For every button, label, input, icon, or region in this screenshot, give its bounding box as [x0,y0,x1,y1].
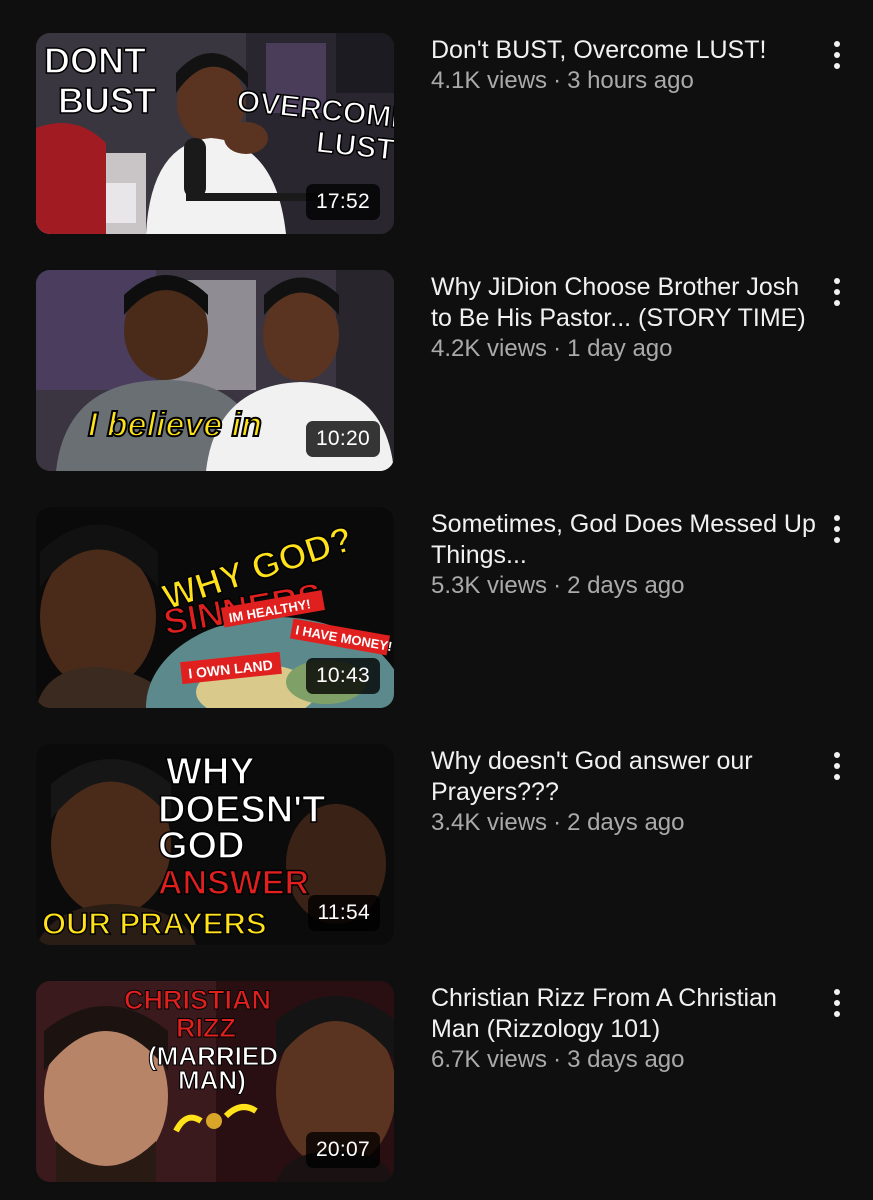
video-duration: 17:52 [305,184,380,220]
thumb-text-2: BUST [58,80,156,121]
more-vertical-icon[interactable] [822,746,852,786]
thumb-text-1: CHRISTIAN [124,985,271,1015]
thumb-text-1: DONT [44,40,146,81]
upload-age: 3 days ago [567,1046,685,1073]
video-item-1[interactable]: DONT BUST OVERCOME LUST 17:52 Don't BUST… [0,33,873,236]
thumb-text-2: RIZZ [176,1013,236,1043]
more-vertical-icon[interactable] [822,983,852,1023]
view-count: 3.4K views [431,809,548,836]
upload-age: 3 hours ago [567,67,694,94]
more-vertical-icon[interactable] [822,272,852,312]
thumb-text-1: I believe in [88,406,262,444]
video-meta: Christian Rizz From A Christian Man (Riz… [431,983,816,1074]
view-count: 5.3K views [431,572,548,599]
video-stats: 3.4K views · 2 days ago [431,808,816,837]
video-title[interactable]: Don't BUST, Overcome LUST! [431,35,816,66]
upload-age: 1 day ago [567,335,673,362]
more-vertical-icon[interactable] [822,509,852,549]
video-stats: 4.2K views · 1 day ago [431,334,816,363]
thumb-text-4: MAN) [178,1065,246,1095]
video-title[interactable]: Why JiDion Choose Brother Josh to Be His… [431,272,816,334]
separator: · [553,335,562,362]
video-thumbnail[interactable]: WHY DOESN'T GOD ANSWER OUR PRAYERS 11:54 [36,744,394,945]
upload-age: 2 days ago [567,809,685,836]
video-thumbnail[interactable]: CHRISTIAN RIZZ (MARRIED MAN) 20:07 [36,981,394,1182]
view-count: 4.1K views [431,67,548,94]
thumb-text-4: ANSWER [158,864,309,902]
video-meta: Don't BUST, Overcome LUST! 4.1K views · 3 … [431,35,816,95]
video-list: DONT BUST OVERCOME LUST 17:52 Don't BUST… [0,0,873,1200]
video-thumbnail[interactable]: DONT BUST OVERCOME LUST 17:52 [36,33,394,234]
video-title[interactable]: Why doesn't God answer our Prayers??? [431,746,816,808]
separator: · [553,809,562,836]
video-item-3[interactable]: WHY GOD? SINNERS IM HEALTHY! I HAVE MONE… [0,507,873,710]
video-duration: 10:43 [305,658,380,694]
separator: · [553,572,562,599]
video-stats: 4.1K views · 3 hours ago [431,66,816,95]
video-item-4[interactable]: WHY DOESN'T GOD ANSWER OUR PRAYERS 11:54… [0,744,873,947]
thumb-text-3: GOD [158,825,245,867]
thumb-text-1: WHY [166,751,255,793]
video-meta: Why doesn't God answer our Prayers??? 3.… [431,746,816,837]
video-title[interactable]: Sometimes, God Does Messed Up Things... [431,509,816,571]
video-meta: Why JiDion Choose Brother Josh to Be His… [431,272,816,363]
video-duration: 10:20 [305,421,380,457]
video-duration: 11:54 [307,895,380,931]
video-title[interactable]: Christian Rizz From A Christian Man (Riz… [431,983,816,1045]
video-item-2[interactable]: I believe in 10:20 Why JiDion Choose Bro… [0,270,873,473]
thumb-text-5: OUR PRAYERS [42,906,267,941]
video-thumbnail[interactable]: I believe in 10:20 [36,270,394,471]
video-stats: 5.3K views · 2 days ago [431,571,816,600]
video-meta: Sometimes, God Does Messed Up Things... … [431,509,816,600]
video-duration: 20:07 [305,1132,380,1168]
view-count: 4.2K views [431,335,548,362]
separator: · [553,1046,562,1073]
video-thumbnail[interactable]: WHY GOD? SINNERS IM HEALTHY! I HAVE MONE… [36,507,394,708]
separator: · [553,67,562,94]
more-vertical-icon[interactable] [822,35,852,75]
video-stats: 6.7K views · 3 days ago [431,1045,816,1074]
video-item-5[interactable]: CHRISTIAN RIZZ (MARRIED MAN) 20:07 Chris… [0,981,873,1184]
upload-age: 2 days ago [567,572,685,599]
view-count: 6.7K views [431,1046,548,1073]
